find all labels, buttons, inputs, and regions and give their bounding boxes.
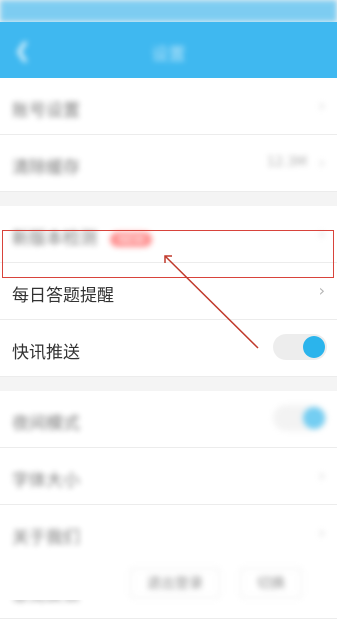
page-title: 设置	[151, 45, 186, 65]
section-gap	[0, 377, 337, 391]
row-label: 账号设置	[12, 101, 80, 121]
logout-button[interactable]: 退出登录	[130, 568, 220, 598]
cache-size-value: 12.3M	[266, 155, 307, 170]
highlight-box	[2, 230, 334, 278]
night-mode-toggle[interactable]	[273, 405, 327, 431]
chevron-right-icon: ›	[318, 523, 325, 542]
chevron-right-icon: ›	[318, 153, 325, 172]
toggle-knob	[303, 336, 325, 358]
section-gap	[0, 192, 337, 206]
toggle-knob	[303, 407, 325, 429]
row-label: 快讯推送	[12, 343, 80, 363]
row-label: 关于我们	[12, 528, 80, 548]
switch-button[interactable]: 切换	[240, 568, 302, 598]
footer-bar: 退出登录 切换	[0, 556, 337, 600]
row-label: 清除缓存	[12, 158, 80, 178]
chevron-right-icon: ›	[318, 466, 325, 485]
status-bar	[0, 0, 337, 22]
settings-row-account[interactable]: 账号设置 ›	[0, 78, 337, 135]
settings-row-cache[interactable]: 清除缓存 12.3M ›	[0, 135, 337, 192]
settings-row-news-push: 快讯推送	[0, 320, 337, 377]
top-bar: ❮ 设置	[0, 22, 337, 78]
chevron-right-icon: ›	[318, 96, 325, 115]
row-label: 每日答题提醒	[12, 286, 114, 306]
settings-list: 账号设置 › 清除缓存 12.3M › 新版本检测 NEW › 每日答题提醒 ›…	[0, 78, 337, 619]
news-push-toggle[interactable]	[273, 334, 327, 360]
chevron-right-icon: ›	[318, 281, 325, 300]
row-label: 夜间模式	[12, 414, 80, 434]
settings-row-about[interactable]: 关于我们 ›	[0, 505, 337, 562]
settings-row-night-mode: 夜间模式	[0, 391, 337, 448]
settings-row-font-size[interactable]: 字体大小 ›	[0, 448, 337, 505]
row-label: 字体大小	[12, 471, 80, 491]
